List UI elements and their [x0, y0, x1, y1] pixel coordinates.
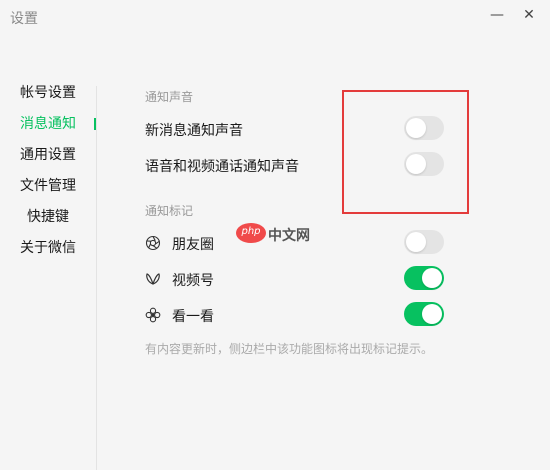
top-stories-label: 看一看: [172, 309, 214, 325]
title-bar: 设置 — ✕: [0, 0, 550, 36]
channels-label: 视频号: [172, 273, 214, 289]
badge-hint-text: 有内容更新时，侧边栏中该功能图标将出现标记提示。: [145, 342, 434, 356]
settings-sidebar: 帐号设置 消息通知 通用设置 文件管理 快捷键 关于微信: [0, 80, 96, 266]
channels-butterfly-icon: [145, 271, 161, 287]
toggle-knob: [422, 268, 442, 288]
channels-badge-toggle[interactable]: [404, 266, 444, 290]
sidebar-item-account[interactable]: 帐号设置: [0, 80, 96, 111]
top-stories-flower-icon: [145, 307, 161, 323]
close-button[interactable]: ✕: [518, 4, 540, 26]
window-title: 设置: [10, 11, 38, 27]
moments-badge-toggle[interactable]: [404, 230, 444, 254]
top-stories-badge-toggle[interactable]: [404, 302, 444, 326]
sidebar-item-label: 快捷键: [27, 209, 69, 225]
call-sound-label: 语音和视频通话通知声音: [145, 159, 299, 175]
site-watermark: php 中文网: [236, 221, 320, 249]
sidebar-item-general[interactable]: 通用设置: [0, 142, 96, 173]
toggle-knob: [422, 304, 442, 324]
watermark-text: 中文网: [268, 228, 310, 244]
highlight-box: [342, 90, 469, 214]
sidebar-item-label: 帐号设置: [20, 85, 76, 101]
minimize-button[interactable]: —: [486, 4, 508, 26]
new-message-sound-label: 新消息通知声音: [145, 123, 243, 139]
sidebar-item-label: 文件管理: [20, 178, 76, 194]
moments-label: 朋友圈: [172, 237, 214, 253]
section-title-notification-badge: 通知标记: [145, 204, 194, 218]
sidebar-item-label: 关于微信: [20, 240, 76, 256]
sidebar-item-file-management[interactable]: 文件管理: [0, 173, 96, 204]
sidebar-item-about[interactable]: 关于微信: [0, 235, 96, 266]
sidebar-item-label: 通用设置: [20, 147, 76, 163]
section-title-notification-sound: 通知声音: [145, 90, 194, 104]
moments-shutter-icon: [145, 235, 161, 251]
sidebar-divider: [96, 86, 97, 470]
toggle-knob: [406, 232, 426, 252]
sidebar-item-label: 消息通知: [20, 116, 76, 132]
watermark-logo-text: php: [241, 226, 261, 237]
sidebar-item-shortcuts[interactable]: 快捷键: [0, 204, 96, 235]
sidebar-item-notifications[interactable]: 消息通知: [0, 111, 96, 142]
